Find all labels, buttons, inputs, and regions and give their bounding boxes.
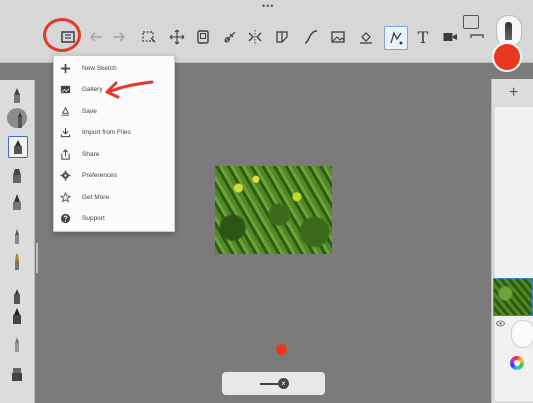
layer-panel: + [491,79,533,403]
menu-item-get-more[interactable]: Get More [54,187,174,207]
pen-brush-icon[interactable] [8,86,26,106]
import-icon [59,126,71,138]
redo-icon[interactable] [108,26,130,48]
brush-opacity-slider[interactable] [36,243,38,273]
perspective-icon[interactable] [271,26,293,48]
drag-handle[interactable]: ••• [262,2,274,11]
predictive-stroke-icon[interactable] [384,26,408,50]
menu-item-label: New Sketch [82,64,117,72]
gear-icon [59,169,71,181]
fill-icon[interactable] [355,26,377,48]
layer-thumbnail[interactable] [493,278,533,316]
plus-icon [59,62,71,74]
ink-brush-icon[interactable] [8,286,26,306]
menu-item-share[interactable]: Share [54,144,174,164]
menu-item-label: Import from Files [82,128,131,136]
menu-item-label: Support [82,214,105,222]
pencil-brush-icon[interactable] [11,110,29,130]
current-color-swatch[interactable] [492,42,522,72]
bottom-toggle-pill[interactable]: × [222,372,325,395]
menu-item-label: Save [82,107,97,115]
frame-icon[interactable] [192,26,214,48]
menu-item-support[interactable]: Support [54,208,174,228]
image-icon[interactable] [327,26,349,48]
menu-item-label: Share [82,150,100,158]
paint-brush-icon[interactable] [8,192,26,212]
layer-opacity-knob[interactable] [511,320,533,348]
brush-cursor-dot [276,344,287,355]
chisel-brush-icon[interactable] [8,252,26,272]
blender-brush-icon[interactable] [8,334,26,354]
save-icon [59,105,71,117]
share-icon [59,148,71,160]
menu-item-save[interactable]: Save [54,101,174,121]
menu-item-preferences[interactable]: Preferences [54,165,174,185]
marker-brush-icon[interactable] [8,136,28,158]
airbrush-icon[interactable] [8,166,26,186]
soft-brush-icon[interactable] [8,226,26,246]
window-restore-icon[interactable] [463,15,479,29]
menu-item-label: Preferences [82,171,118,179]
gallery-icon [59,83,71,95]
add-layer-button[interactable]: + [509,84,518,102]
menu-item-label: Get More [82,193,110,201]
text-icon[interactable]: T [412,26,434,48]
selection-icon[interactable] [138,26,160,48]
pill-line [260,383,278,385]
annotation-arrow [105,80,154,99]
help-icon [59,212,71,224]
color-wheel-icon[interactable] [510,356,524,370]
undo-icon[interactable] [85,26,107,48]
star-icon [59,191,71,203]
eraser-brush-icon[interactable] [8,364,26,384]
transform-icon[interactable] [166,26,188,48]
text-tool-label: T [417,27,429,47]
symmetry-icon[interactable] [244,26,266,48]
annotation-circle [43,18,81,52]
curve-icon[interactable] [300,26,322,48]
menu-item-import[interactable]: Import from Files [54,122,174,142]
minimize-icon[interactable] [466,26,488,48]
eye-icon[interactable] [496,320,505,327]
ruler-icon[interactable] [219,26,241,48]
video-icon[interactable] [439,26,461,48]
close-icon[interactable]: × [278,378,289,389]
brush-palette [0,80,35,403]
imported-photo-plants [215,166,332,254]
fineliner-brush-icon[interactable] [8,306,26,326]
